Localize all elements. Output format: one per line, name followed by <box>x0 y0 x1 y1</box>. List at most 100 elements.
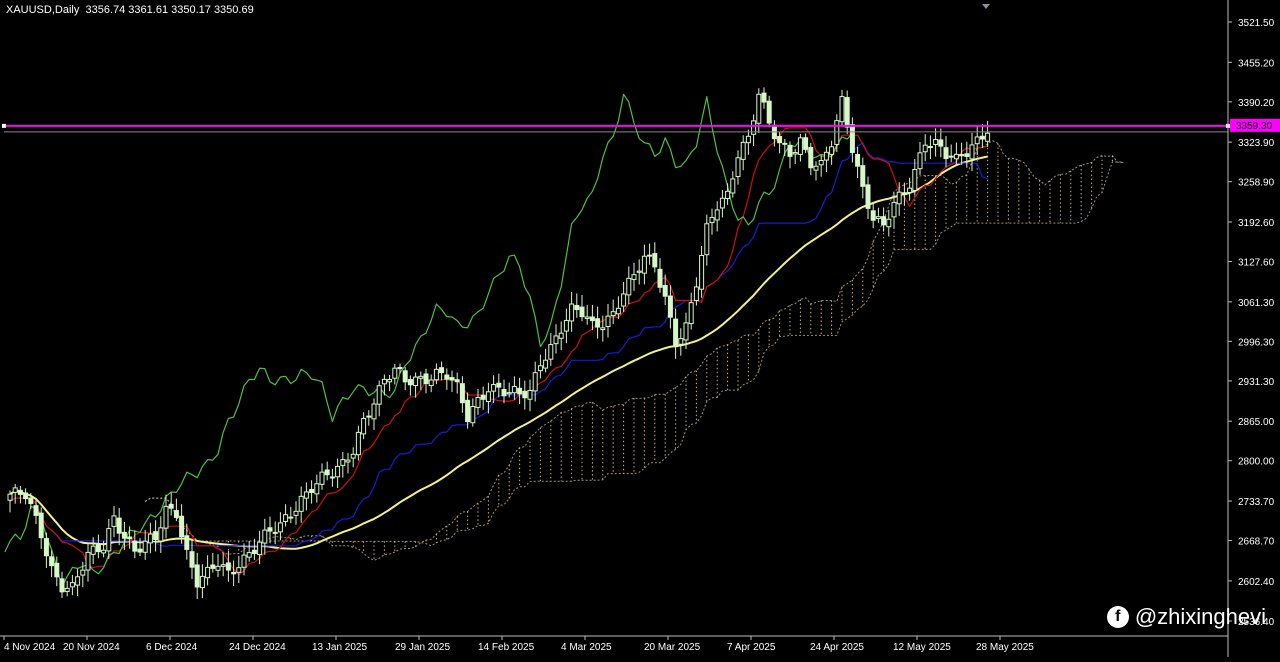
price-tick-label: 3521.50 <box>1238 18 1275 29</box>
bull-candle <box>418 375 424 379</box>
bull-candle <box>236 567 242 573</box>
time-tick-label: 4 Mar 2025 <box>561 642 612 653</box>
bull-candle <box>792 151 798 155</box>
bear-candle <box>407 379 413 386</box>
bull-candle <box>511 386 517 394</box>
bear-candle <box>210 564 216 569</box>
bull-candle <box>543 359 549 369</box>
bear-candle <box>480 394 486 400</box>
bull-candle <box>605 315 611 327</box>
bull-candle <box>600 327 606 330</box>
bull-candle <box>205 566 211 579</box>
bull-candle <box>569 303 575 322</box>
price-tick-label: 2800.00 <box>1238 457 1275 468</box>
bear-candle <box>595 318 601 328</box>
bear-candle <box>589 316 595 322</box>
price-tick-label: 3192.60 <box>1238 218 1275 229</box>
bear-candle <box>121 531 127 539</box>
bull-candle <box>886 218 892 228</box>
bull-candle <box>548 344 554 360</box>
bull-candle <box>345 459 351 463</box>
bull-candle <box>491 384 497 392</box>
price-tick-label: 2733.70 <box>1238 497 1275 508</box>
bear-candle <box>95 543 101 553</box>
bear-candle <box>777 135 783 144</box>
bull-candle <box>912 169 918 191</box>
bear-candle <box>787 144 793 157</box>
bull-candle <box>527 389 533 400</box>
bear-candle <box>849 124 855 153</box>
bull-candle <box>797 137 803 155</box>
bear-candle <box>959 154 965 157</box>
bull-candle <box>371 403 377 420</box>
bear-candle <box>496 382 502 388</box>
bull-candle <box>626 277 632 296</box>
watermark-handle: @zhixinghevi <box>1134 604 1266 629</box>
bull-candle <box>319 471 325 485</box>
bull-candle <box>537 365 543 372</box>
bear-candle <box>309 489 315 493</box>
bull-candle <box>725 190 731 200</box>
bull-candle <box>917 152 923 170</box>
bull-candle <box>621 293 627 307</box>
bear-candle <box>231 571 237 575</box>
price-chart[interactable]: 3521.50 3455.20 3390.20 3323.90 3258.90 3192.… <box>0 0 1280 657</box>
bull-candle <box>756 93 762 124</box>
bear-candle <box>137 548 143 553</box>
bull-candle <box>953 153 959 160</box>
bear-candle <box>153 531 159 540</box>
bull-candle <box>283 514 289 522</box>
bear-candle <box>459 383 465 404</box>
bear-candle <box>454 379 460 383</box>
bear-candle <box>288 516 294 519</box>
price-tick-label: 3061.30 <box>1238 298 1275 309</box>
bull-candle <box>470 406 476 424</box>
bull-candle <box>85 551 91 571</box>
bear-candle <box>194 564 200 588</box>
price-tick-label: 2996.30 <box>1238 337 1275 348</box>
bear-candle <box>28 497 34 505</box>
bull-candle <box>506 392 512 395</box>
bear-candle <box>657 268 663 288</box>
time-tick-label: 12 May 2025 <box>893 642 951 653</box>
price-tick-label: 3258.90 <box>1238 178 1275 189</box>
bear-candle <box>54 562 60 578</box>
bull-candle <box>891 201 897 218</box>
price-tag-label: 3359.30 <box>1236 121 1273 132</box>
bear-candle <box>943 147 949 160</box>
bull-candle <box>704 223 710 256</box>
chart-window[interactable]: 3521.50 3455.20 3390.20 3323.90 3258.90 3192.… <box>0 0 1280 657</box>
bull-candle <box>428 379 434 387</box>
bull-candle <box>823 151 829 161</box>
bull-candle <box>277 522 283 533</box>
bull-candle <box>974 136 980 145</box>
bear-candle <box>173 510 179 518</box>
bear-candle <box>881 216 887 226</box>
bear-candle <box>127 536 133 540</box>
bear-candle <box>329 476 335 479</box>
bull-candle <box>699 254 705 290</box>
bull-candle <box>335 465 341 478</box>
time-tick-label: 14 Feb 2025 <box>478 642 535 653</box>
bear-candle <box>465 399 471 423</box>
bull-candle <box>215 565 221 571</box>
time-tick-label: 24 Dec 2024 <box>229 642 286 653</box>
bear-candle <box>761 92 767 103</box>
bear-candle <box>251 549 257 555</box>
bear-candle <box>43 538 49 557</box>
bull-candle <box>735 157 741 178</box>
bull-candle <box>745 135 751 144</box>
bull-candle <box>350 453 356 459</box>
bull-candle <box>101 549 107 554</box>
bull-candle <box>64 587 70 592</box>
price-tick-label: 2865.00 <box>1238 417 1275 428</box>
bull-candle <box>553 335 559 345</box>
bull-candle <box>413 376 419 387</box>
bear-candle <box>865 184 871 209</box>
bull-candle <box>834 120 840 145</box>
bull-candle <box>719 197 725 209</box>
bull-candle <box>387 379 393 383</box>
bear-candle <box>184 535 190 550</box>
bull-candle <box>985 132 991 142</box>
bear-candle <box>901 192 907 196</box>
